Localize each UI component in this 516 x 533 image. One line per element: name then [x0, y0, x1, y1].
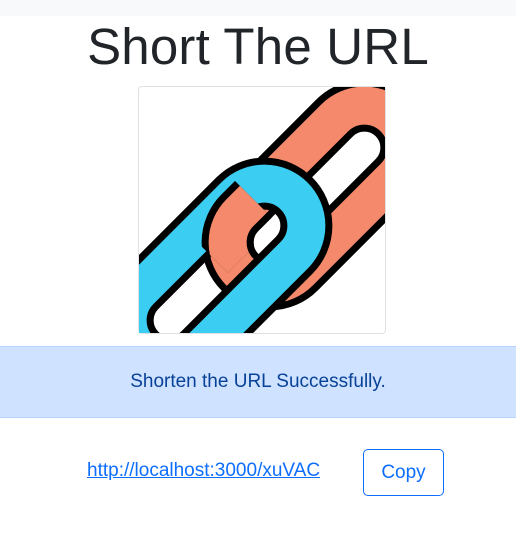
page-title: Short The URL: [87, 18, 429, 75]
logo-thumbnail: [138, 86, 386, 334]
success-alert: Shorten the URL Successfully.: [0, 346, 516, 418]
success-alert-message: Shorten the URL Successfully.: [130, 371, 386, 392]
result-row: http://localhost:3000/xuVAC Copy: [0, 449, 516, 497]
copy-button[interactable]: Copy: [363, 449, 444, 496]
chain-link-icon: [139, 87, 385, 333]
short-url-link[interactable]: http://localhost:3000/xuVAC: [87, 459, 320, 483]
